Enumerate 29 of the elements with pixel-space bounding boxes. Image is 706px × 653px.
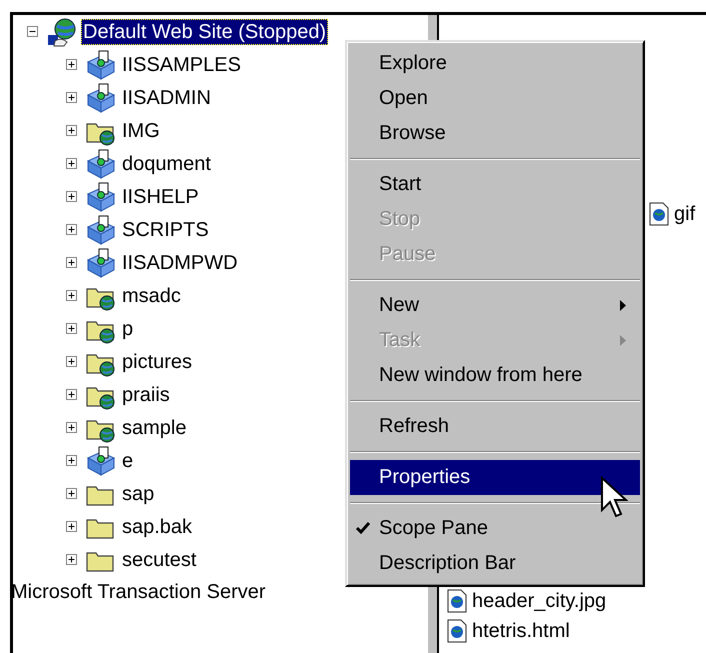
tree-item[interactable]: p <box>120 316 136 342</box>
tree-item[interactable]: IISHELP <box>120 184 201 210</box>
tree-item[interactable]: secutest <box>120 546 198 572</box>
tree-item[interactable]: Default Web Site (Stopped) <box>81 18 328 44</box>
tree-item[interactable]: praiis <box>120 382 172 408</box>
tree-item[interactable]: sap <box>120 480 156 506</box>
tree-item[interactable]: sap.bak <box>120 514 194 540</box>
menu-item[interactable]: Browse <box>350 116 640 151</box>
file-name[interactable]: gif <box>674 202 696 226</box>
menu-item[interactable]: Explore <box>350 46 640 81</box>
menu-item[interactable]: Start <box>350 167 640 202</box>
menu-item[interactable]: Refresh <box>350 409 640 444</box>
menu-item[interactable]: Scope Pane <box>350 511 640 546</box>
tree-item[interactable]: msadc <box>120 282 183 308</box>
tree-item[interactable]: e <box>120 448 136 474</box>
file-name[interactable]: htetris.html <box>472 620 570 642</box>
tree-item[interactable]: doqument <box>120 150 213 176</box>
tree-item[interactable]: IISADMIN <box>120 84 213 110</box>
menu-item[interactable]: New <box>350 288 640 323</box>
tree-item[interactable]: IMG <box>120 118 162 144</box>
menu-item[interactable]: Properties <box>350 460 640 495</box>
tree-item[interactable]: pictures <box>120 348 194 374</box>
tree-item[interactable]: IISSAMPLES <box>120 52 243 78</box>
tree-item[interactable]: sample <box>120 414 188 440</box>
tree-item[interactable]: SCRIPTS <box>120 216 211 242</box>
file-name[interactable]: header_city.jpg <box>472 590 606 612</box>
tree-item[interactable]: IISADMPWD <box>120 250 240 276</box>
menu-item[interactable]: Open <box>350 81 640 116</box>
menu-item[interactable]: New window from here <box>350 358 640 393</box>
